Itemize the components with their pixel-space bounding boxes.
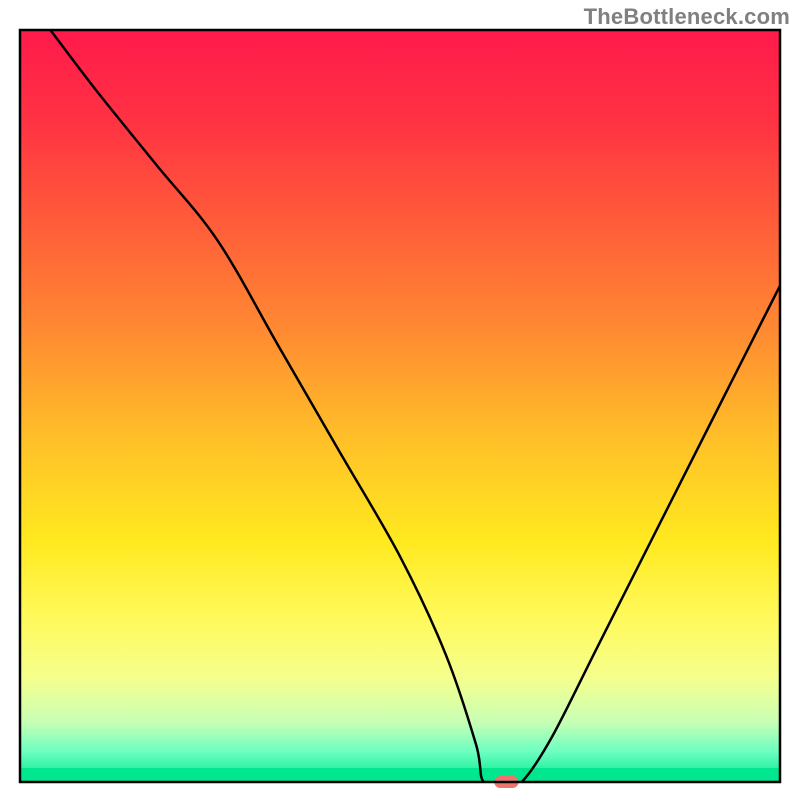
chart-svg: [0, 0, 800, 800]
plot-background: [20, 30, 780, 782]
watermark-text: TheBottleneck.com: [584, 4, 790, 30]
plot-bottom-band: [20, 768, 780, 782]
bottleneck-chart: TheBottleneck.com: [0, 0, 800, 800]
